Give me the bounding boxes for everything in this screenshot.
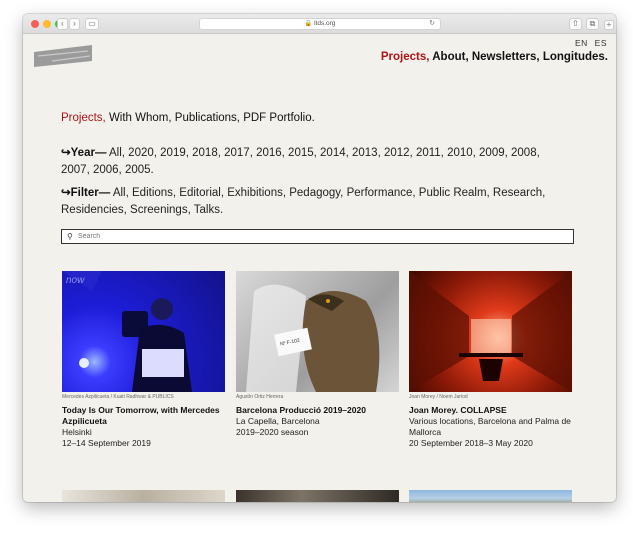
- corridor-photo: [409, 271, 572, 392]
- project-image[interactable]: now: [62, 271, 225, 392]
- lang-es[interactable]: ES: [595, 38, 607, 48]
- latitudes-logo[interactable]: [32, 43, 94, 68]
- new-tab-icon[interactable]: +: [604, 20, 614, 30]
- project-image-partial[interactable]: [236, 490, 399, 502]
- search-input[interactable]: [78, 231, 558, 242]
- lock-icon: 🔒: [304, 21, 313, 27]
- nav-longitudes[interactable]: Longitudes.: [543, 51, 608, 63]
- forward-icon[interactable]: ›: [69, 18, 80, 30]
- nav-about[interactable]: About,: [432, 51, 468, 63]
- page-content: EN ES Projects, About, Newsletters, Long…: [23, 35, 616, 502]
- sidebar-icon[interactable]: ▭: [85, 18, 99, 30]
- tabs-icon[interactable]: ⧉: [586, 18, 599, 30]
- address-bar[interactable]: 🔒 ltds.org ↻: [199, 18, 441, 30]
- svg-text:now: now: [66, 275, 85, 286]
- year-filter: ↪Year— All, 2020, 2019, 2018, 2017, 2016…: [61, 145, 571, 179]
- close-window-button[interactable]: [31, 20, 39, 28]
- project-card[interactable]: Joan Morey / Noem Jariod Joan Morey. COL…: [409, 271, 572, 449]
- project-location: La Capella, Barcelona: [236, 416, 320, 426]
- project-image-partial[interactable]: [62, 490, 225, 502]
- lang-en[interactable]: EN: [575, 38, 588, 48]
- search-box[interactable]: ⚲: [61, 229, 574, 244]
- project-image-partial[interactable]: [409, 490, 572, 502]
- project-card[interactable]: Nº F-102 Agustín Ortiz Herrera Barcelona…: [236, 271, 399, 438]
- main-nav: Projects, About, Newsletters, Longitudes…: [381, 51, 608, 63]
- type-filter: ↪Filter— All, Editions, Editorial, Exhib…: [61, 185, 571, 219]
- search-icon: ⚲: [67, 232, 73, 241]
- language-switcher: EN ES: [571, 38, 607, 48]
- address-url: ltds.org: [314, 20, 336, 27]
- type-filter-label: ↪Filter—: [61, 187, 111, 199]
- year-filter-label: ↪Year—: [61, 147, 107, 159]
- share-icon[interactable]: ⇧: [569, 18, 582, 30]
- project-image[interactable]: Nº F-102: [236, 271, 399, 392]
- year-filter-options[interactable]: All, 2020, 2019, 2018, 2017, 2016, 2015,…: [61, 147, 540, 176]
- project-date: 2019–2020 season: [236, 427, 309, 437]
- nav-projects[interactable]: Projects,: [381, 51, 430, 63]
- subnav-projects[interactable]: Projects,: [61, 112, 106, 124]
- project-title[interactable]: Barcelona Producció 2019–2020: [236, 405, 399, 416]
- project-card[interactable]: now Mercedes Azpilicueta / Kuati Radhwar…: [62, 271, 225, 449]
- hawk-photo: Nº F-102: [246, 284, 380, 392]
- project-location: Helsinki: [62, 427, 92, 437]
- project-caption: Joan Morey / Noem Jariod: [409, 394, 468, 400]
- reload-icon[interactable]: ↻: [429, 19, 435, 29]
- browser-titlebar: ‹ › ▭ 🔒 ltds.org ↻ ⇧ ⧉ +: [23, 14, 616, 34]
- project-date: 12–14 September 2019: [62, 438, 151, 448]
- project-caption: Agustín Ortiz Herrera: [236, 394, 284, 400]
- project-title[interactable]: Today Is Our Tomorrow, with Mercedes Azp…: [62, 405, 225, 427]
- type-filter-options[interactable]: All, Editions, Editorial, Exhibitions, P…: [61, 187, 545, 216]
- project-location: Various locations, Barcelona and Palma d…: [409, 416, 571, 437]
- project-caption: Mercedes Azpilicueta / Kuati Radhwar & P…: [62, 394, 174, 400]
- subnav-pdf-portfolio[interactable]: PDF Portfolio.: [243, 112, 315, 124]
- sub-nav: Projects, With Whom, Publications, PDF P…: [61, 112, 315, 124]
- nav-newsletters[interactable]: Newsletters,: [472, 51, 540, 63]
- minimize-window-button[interactable]: [43, 20, 51, 28]
- back-icon[interactable]: ‹: [57, 18, 68, 30]
- performer-photo: now: [62, 271, 192, 392]
- project-image[interactable]: [409, 271, 572, 392]
- browser-window: ‹ › ▭ 🔒 ltds.org ↻ ⇧ ⧉ + EN ES Projects, …: [23, 14, 616, 502]
- project-title[interactable]: Joan Morey. COLLAPSE: [409, 405, 572, 416]
- subnav-publications[interactable]: Publications,: [175, 112, 240, 124]
- project-date: 20 September 2018–3 May 2020: [409, 438, 533, 448]
- subnav-with-whom[interactable]: With Whom,: [109, 112, 172, 124]
